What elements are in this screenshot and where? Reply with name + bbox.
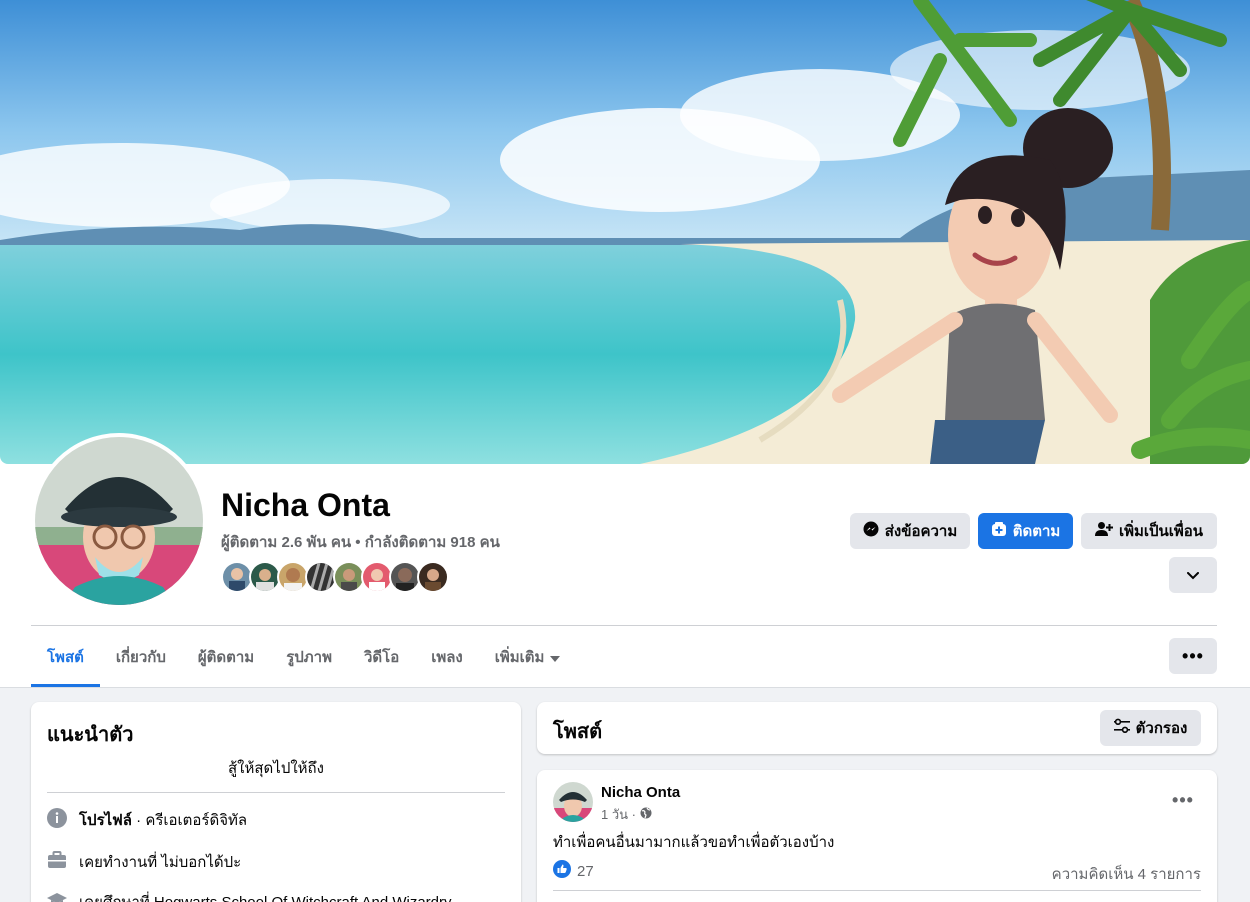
post-divider xyxy=(553,890,1201,891)
intro-work-row: เคยทำงานที่ ไม่บอกได้ปะ xyxy=(47,850,241,874)
profile-picture[interactable] xyxy=(31,433,207,609)
more-dots-icon: ••• xyxy=(1172,789,1194,810)
intro-education-text: เคยศึกษาที่ Hogwarts School Of Witchcraf… xyxy=(79,890,452,902)
post-reactions[interactable]: 27 xyxy=(553,860,594,882)
tab-music[interactable]: เพลง xyxy=(415,627,479,687)
filter-button[interactable]: ตัวกรอง xyxy=(1100,710,1201,746)
graduation-cap-icon xyxy=(47,890,67,902)
like-count: 27 xyxy=(577,862,594,880)
tab-about[interactable]: เกี่ยวกับ xyxy=(100,627,182,687)
tab-posts[interactable]: โพสต์ xyxy=(31,627,100,687)
add-friend-button-label: เพิ่มเป็นเพื่อน xyxy=(1118,523,1204,540)
caret-down-icon xyxy=(550,649,561,666)
friend-avatar[interactable] xyxy=(417,561,449,593)
messenger-icon xyxy=(863,521,879,541)
posts-title: โพสต์ xyxy=(553,721,603,743)
tab-photos[interactable]: รูปภาพ xyxy=(270,627,348,687)
message-button[interactable]: ส่งข้อความ xyxy=(850,513,970,549)
message-button-label: ส่งข้อความ xyxy=(884,523,958,540)
info-icon xyxy=(47,808,67,832)
post-author-avatar[interactable] xyxy=(553,782,593,822)
post-text: ทำเพื่อคนอื่นมามากแล้วขอทำเพื่อตัวเองบ้า… xyxy=(553,834,835,851)
intro-profile-label: โปรไฟล์ xyxy=(79,812,132,829)
more-options-button[interactable] xyxy=(1169,557,1217,593)
tabs-more-button[interactable]: ••• xyxy=(1169,638,1217,674)
chevron-down-icon xyxy=(1187,567,1199,584)
follower-avatars xyxy=(221,561,449,593)
post-options-button[interactable]: ••• xyxy=(1165,782,1201,818)
intro-profile-text: โปรไฟล์ · ครีเอเตอร์ดิจิทัล xyxy=(79,808,247,832)
add-friend-icon xyxy=(1094,521,1113,541)
posts-header-card: โพสต์ ตัวกรอง xyxy=(537,702,1217,754)
tab-more[interactable]: เพิ่มเติม xyxy=(479,627,577,687)
tab-followers[interactable]: ผู้ติดตาม xyxy=(182,627,270,687)
like-icon xyxy=(553,860,571,882)
post-card: Nicha Onta 1 วัน · ••• ทำเพื่อคนอื่นมามา… xyxy=(537,770,1217,902)
cover-photo[interactable] xyxy=(0,0,1250,464)
intro-card: แนะนำตัว สู้ให้สุดไปให้ถึง โปรไฟล์ · ครี… xyxy=(31,702,521,902)
profile-header: Nicha Onta ผู้ติดตาม 2.6 พัน คน • กำลังต… xyxy=(0,0,1250,688)
profile-tabs: โพสต์ เกี่ยวกับ ผู้ติดตาม รูปภาพ วิดีโอ … xyxy=(31,627,576,687)
tab-videos[interactable]: วิดีโอ xyxy=(348,627,415,687)
profile-name: Nicha Onta xyxy=(221,487,390,523)
post-meta: 1 วัน · xyxy=(601,804,652,825)
post-timestamp[interactable]: 1 วัน · xyxy=(601,804,636,825)
follow-button[interactable]: ติดตาม xyxy=(978,513,1073,549)
post-author-name[interactable]: Nicha Onta xyxy=(601,784,680,801)
intro-work-text: เคยทำงานที่ ไม่บอกได้ปะ xyxy=(79,854,242,871)
briefcase-icon xyxy=(47,850,67,874)
more-dots-icon: ••• xyxy=(1182,645,1204,666)
filter-icon xyxy=(1113,718,1130,738)
add-friend-button[interactable]: เพิ่มเป็นเพื่อน xyxy=(1081,513,1217,549)
tab-more-label: เพิ่มเติม xyxy=(494,649,545,666)
follow-icon xyxy=(991,521,1007,541)
intro-profile-value[interactable]: · ครีเอเตอร์ดิจิทัล xyxy=(132,812,247,829)
filter-button-label: ตัวกรอง xyxy=(1135,720,1188,737)
intro-profile-row: โปรไฟล์ · ครีเอเตอร์ดิจิทัล xyxy=(47,808,247,832)
globe-icon xyxy=(640,807,652,822)
intro-education-row: เคยศึกษาที่ Hogwarts School Of Witchcraf… xyxy=(47,890,452,902)
follow-button-label: ติดตาม xyxy=(1012,523,1061,540)
follower-stats[interactable]: ผู้ติดตาม 2.6 พัน คน • กำลังติดตาม 918 ค… xyxy=(221,530,500,554)
comment-count[interactable]: ความคิดเห็น 4 รายการ xyxy=(1052,862,1201,886)
intro-bio: สู้ให้สุดไปให้ถึง xyxy=(47,756,505,793)
header-divider xyxy=(31,625,1217,626)
intro-title: แนะนำตัว xyxy=(47,724,134,746)
